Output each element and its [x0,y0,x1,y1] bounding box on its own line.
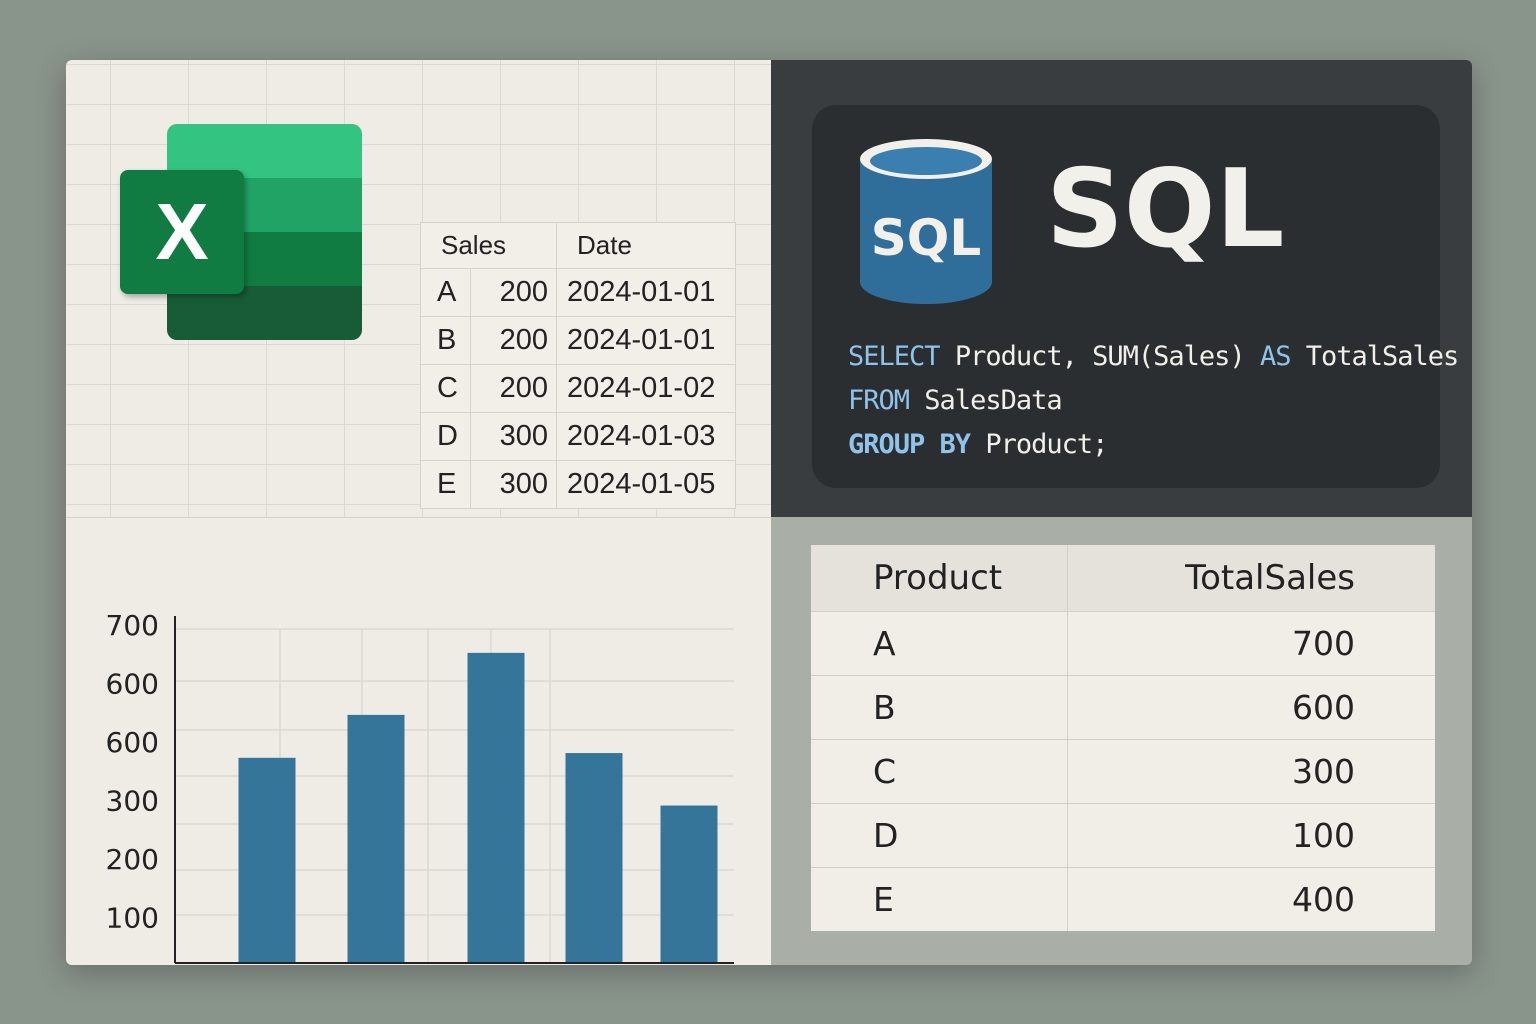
cell-date: 2024-01-02 [556,364,736,413]
cell-product: E [811,866,1068,931]
cell-total: 300 [1067,738,1435,803]
chart-panel: ABCDE0100200300600600700 [66,517,771,965]
bar-chart: ABCDE0100200300600600700 [106,609,734,965]
excel-logo-icon: X [120,124,362,340]
cell-product: B [420,316,471,365]
sql-editor: SQL SQL SELECT Product, SUM(Sales) AS To… [812,105,1459,488]
results-panel: Product TotalSales A 700 B 600 C 300 D 100 E 400 [771,517,1472,965]
bar-D [565,753,623,963]
cell-product: E [420,460,471,509]
y-tick-label: 300 [106,785,159,818]
column-header: TotalSales [1067,545,1435,611]
query-results-table: Product TotalSales A 700 B 600 C 300 D 100 E 400 [811,545,1435,931]
cell-sales: 300 [470,460,557,509]
cell-sales: 200 [470,364,557,413]
cell-total: 400 [1067,866,1435,931]
y-tick-label: 600 [106,726,159,759]
sql-panel: SQL SQL SELECT Product, SUM(Sales) AS To… [771,60,1472,517]
cell-product: C [811,738,1068,803]
excel-panel: X Sales Date A 200 2024-01-01 B 200 2024-01-01… [66,60,771,517]
table-row: B 600 [811,674,1435,739]
cell-product: A [811,610,1068,675]
cell-total: 700 [1067,610,1435,675]
cell-sales: 200 [470,316,557,365]
table-row: A 700 [811,610,1435,675]
cell-product: D [420,412,471,461]
excel-data-table: Sales Date A 200 2024-01-01 B 200 2024-01-01 C 2… [420,222,736,509]
cell-product: C [420,364,471,413]
bar-B [347,714,405,963]
y-tick-label: 0 [141,960,159,965]
cell-sales: 200 [470,268,557,317]
cell-date: 2024-01-05 [556,460,736,509]
table-row: E 300 2024-01-05 [420,460,736,509]
y-tick-label: 700 [106,609,159,642]
column-header: Sales [420,222,557,269]
y-tick-label: 100 [106,902,159,935]
cell-date: 2024-01-01 [556,268,736,317]
illustration-card: X Sales Date A 200 2024-01-01 B 200 2024-01-01… [66,60,1472,965]
table-row: B 200 2024-01-01 [420,316,736,365]
column-header: Product [811,545,1068,611]
sql-title: SQL [1046,147,1285,272]
svg-text:SQL: SQL [871,209,981,267]
cell-sales: 300 [470,412,557,461]
table-row: C 300 [811,738,1435,803]
cell-date: 2024-01-03 [556,412,736,461]
cell-product: D [811,802,1068,867]
cell-total: 600 [1067,674,1435,739]
sql-code: SELECT Product, SUM(Sales) AS TotalSales… [848,341,1459,460]
table-row: E 400 [811,866,1435,931]
cell-total: 100 [1067,802,1435,867]
column-header: Date [556,222,736,269]
cell-product: A [420,268,471,317]
y-tick-label: 200 [106,843,159,876]
bar-A [238,757,296,963]
database-icon: SQL [860,139,992,304]
cell-product: B [811,674,1068,739]
y-tick-label: 600 [106,668,159,701]
bar-C [467,652,525,963]
table-row: D 300 2024-01-03 [420,412,736,461]
table-row: A 200 2024-01-01 [420,268,736,317]
table-row: C 200 2024-01-02 [420,364,736,413]
bar-E [660,805,718,963]
cell-date: 2024-01-01 [556,316,736,365]
table-row: D 100 [811,802,1435,867]
